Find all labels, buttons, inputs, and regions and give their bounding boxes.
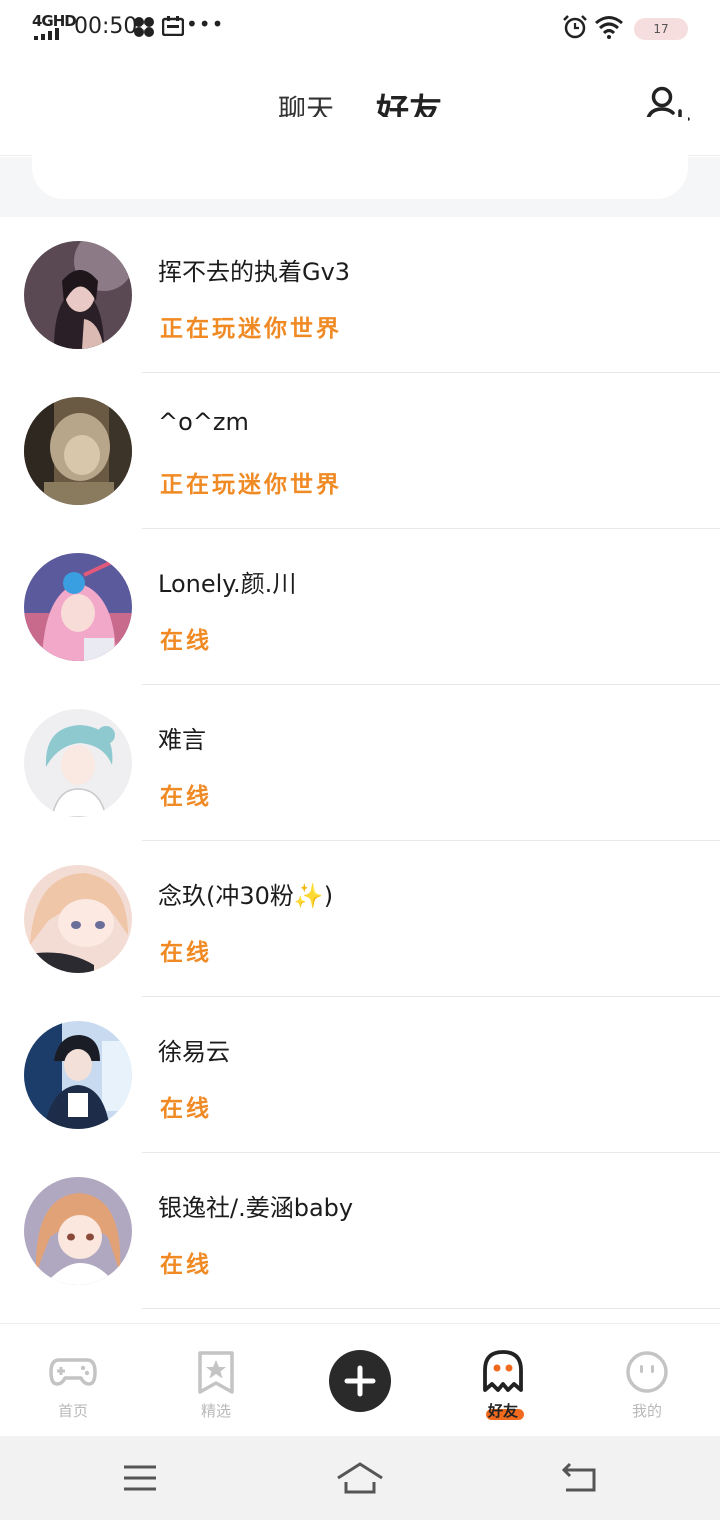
friend-item[interactable]: 挥不去的执着Gv3 正在玩迷你世界 (0, 217, 720, 373)
friend-item[interactable]: 念玖(冲30粉✨) 在线 (0, 841, 720, 997)
friend-name: 银逸社/.姜涵baby (158, 1194, 354, 1222)
friend-item[interactable]: 银逸社/.姜涵baby 在线 (0, 1153, 720, 1309)
back-icon[interactable] (558, 1458, 598, 1498)
menu-icon[interactable] (120, 1458, 160, 1498)
divider (142, 1308, 720, 1309)
nav-home[interactable]: 首页 (18, 1324, 128, 1437)
friend-status: 在线 (160, 628, 212, 654)
nav-profile[interactable]: 我的 (592, 1324, 702, 1437)
create-button[interactable] (329, 1350, 391, 1412)
friend-name: 徐易云 (158, 1038, 230, 1066)
avatar[interactable] (24, 397, 132, 505)
friend-item[interactable]: ^o^zm 正在玩迷你世界 (0, 373, 720, 529)
ghost-icon (483, 1350, 523, 1392)
face-icon (626, 1351, 668, 1393)
plus-icon (344, 1365, 376, 1397)
status-bar: 4GHD 00:50 ••• 17 (0, 0, 720, 58)
friend-name: Lonely.颜.川 (158, 570, 297, 598)
battery-indicator: 17 (634, 18, 688, 40)
friend-list: 挥不去的执着Gv3 正在玩迷你世界 ^o^zm 正在玩迷你世界 Lonely.颜… (0, 217, 720, 1323)
avatar[interactable] (24, 865, 132, 973)
friend-request-card[interactable] (32, 117, 688, 199)
avatar[interactable] (24, 1177, 132, 1285)
friend-item[interactable]: 徐易云 在线 (0, 997, 720, 1153)
friend-status: 在线 (160, 940, 212, 966)
calendar-icon (162, 16, 184, 36)
alarm-icon (563, 15, 587, 39)
friend-status: 正在玩迷你世界 (160, 472, 342, 498)
friend-name: 挥不去的执着Gv3 (158, 258, 351, 286)
clock-time: 00:50 (74, 14, 138, 39)
friend-name: 念玖(冲30粉✨) (158, 882, 334, 910)
nav-label: 好友 (487, 1402, 518, 1420)
signal-icon (34, 28, 59, 40)
nav-friends[interactable]: 好友 (448, 1324, 558, 1437)
nav-featured[interactable]: 精选 (161, 1324, 271, 1437)
friend-name: ^o^zm (158, 408, 249, 436)
friend-status: 在线 (160, 1252, 212, 1278)
friend-name: 难言 (158, 726, 206, 754)
friend-status: 在线 (160, 784, 212, 810)
gamepad-icon (49, 1358, 97, 1386)
friend-item[interactable]: Lonely.颜.川 在线 (0, 529, 720, 685)
nav-label: 首页 (57, 1402, 88, 1420)
nav-label: 精选 (200, 1402, 231, 1420)
avatar[interactable] (24, 1021, 132, 1129)
nav-label: 我的 (631, 1402, 662, 1420)
fan-icon (134, 17, 154, 37)
avatar[interactable] (24, 241, 132, 349)
bottom-navigation: 首页 精选 好友 我的 (0, 1323, 720, 1436)
avatar[interactable] (24, 709, 132, 817)
friend-status: 正在玩迷你世界 (160, 316, 342, 342)
more-notifications: ••• (186, 12, 225, 36)
scrolled-card-area (0, 117, 720, 217)
avatar[interactable] (24, 553, 132, 661)
wifi-icon (595, 16, 623, 39)
friend-status: 在线 (160, 1096, 212, 1122)
home-icon[interactable] (336, 1458, 384, 1498)
system-navigation-bar (0, 1436, 720, 1520)
friend-item[interactable]: 难言 在线 (0, 685, 720, 841)
star-bookmark-icon (198, 1351, 234, 1394)
